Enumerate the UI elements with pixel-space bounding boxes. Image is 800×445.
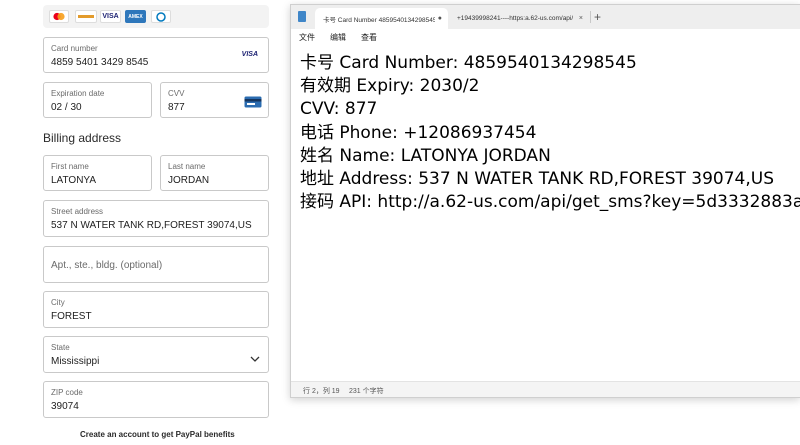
menu-view[interactable]: 查看 bbox=[361, 32, 377, 43]
cvv-card-icon bbox=[244, 95, 262, 113]
first-name-label: First name bbox=[51, 162, 89, 171]
text-editor[interactable]: 卡号 Card Number: 4859540134298545 有效期 Exp… bbox=[300, 52, 800, 214]
new-tab-button[interactable]: + bbox=[594, 10, 601, 24]
billing-address-title: Billing address bbox=[43, 131, 122, 145]
expiration-value: 02 / 30 bbox=[51, 102, 82, 113]
state-label: State bbox=[51, 343, 70, 352]
card-number-field[interactable]: Card number 4859 5401 3429 8545 VISA bbox=[43, 37, 269, 73]
tab-bar: 卡号 Card Number 4859540134298545 ● +19439… bbox=[291, 5, 800, 29]
text-line: 卡号 Card Number: 4859540134298545 bbox=[300, 53, 637, 73]
apt-placeholder: Apt., ste., bldg. (optional) bbox=[51, 260, 163, 271]
text-line: 姓名 Name: LATONYA JORDAN bbox=[300, 145, 551, 166]
cvv-field[interactable]: CVV 877 bbox=[160, 82, 269, 118]
status-bar: 行 2，列 19 231 个字符 bbox=[291, 381, 800, 397]
last-name-value: JORDAN bbox=[168, 175, 210, 186]
city-value: FOREST bbox=[51, 311, 92, 322]
city-label: City bbox=[51, 298, 65, 307]
state-select[interactable]: State Mississippi bbox=[43, 336, 269, 373]
card-number-value: 4859 5401 3429 8545 bbox=[51, 57, 149, 68]
text-line: 接码 API: http://a.62-us.com/api/get_sms?k… bbox=[300, 192, 800, 213]
expiration-label: Expiration date bbox=[51, 89, 105, 98]
notepad-window: 卡号 Card Number 4859540134298545 ● +19439… bbox=[290, 4, 800, 398]
notepad-app-icon bbox=[298, 11, 306, 22]
chevron-down-icon bbox=[250, 350, 260, 368]
diners-icon bbox=[151, 10, 171, 23]
accepted-cards-row: VISA AMEX bbox=[43, 5, 269, 28]
last-name-label: Last name bbox=[168, 162, 206, 171]
zip-value: 39074 bbox=[51, 401, 79, 412]
text-line: 地址 Address: 537 N WATER TANK RD,FOREST 3… bbox=[300, 168, 775, 189]
mastercard-icon bbox=[49, 10, 69, 23]
tab-card-number[interactable]: 卡号 Card Number 4859540134298545 ● bbox=[315, 8, 448, 29]
menu-edit[interactable]: 编辑 bbox=[330, 32, 346, 43]
expiration-field[interactable]: Expiration date 02 / 30 bbox=[43, 82, 152, 118]
text-line: 有效期 Expiry: 2030/2 bbox=[300, 76, 480, 97]
menu-bar: 文件 编辑 查看 bbox=[291, 29, 800, 46]
amex-icon: AMEX bbox=[125, 10, 146, 23]
char-count: 231 个字符 bbox=[349, 388, 384, 395]
cvv-label: CVV bbox=[168, 89, 185, 98]
discover-icon bbox=[75, 10, 97, 23]
zip-label: ZIP code bbox=[51, 388, 83, 397]
tab-label: +19439998241----https:a.62-us.com/api/ bbox=[457, 15, 574, 22]
tab-divider bbox=[590, 11, 591, 23]
visa-icon: VISA bbox=[100, 10, 121, 23]
checkout-form: VISA AMEX Card number 4859 5401 3429 854… bbox=[0, 0, 290, 445]
zip-field[interactable]: ZIP code 39074 bbox=[43, 381, 269, 418]
first-name-field[interactable]: First name LATONYA bbox=[43, 155, 152, 191]
last-name-field[interactable]: Last name JORDAN bbox=[160, 155, 269, 191]
create-account-link[interactable]: Create an account to get PayPal benefits bbox=[80, 430, 235, 439]
tab-label: 卡号 Card Number 4859540134298545 bbox=[323, 16, 435, 24]
city-field[interactable]: City FOREST bbox=[43, 291, 269, 328]
close-icon[interactable]: × bbox=[579, 15, 583, 22]
visa-brand-icon: VISA bbox=[241, 51, 258, 58]
street-address-field[interactable]: Street address 537 N WATER TANK RD,FORES… bbox=[43, 200, 269, 237]
first-name-value: LATONYA bbox=[51, 175, 97, 186]
menu-file[interactable]: 文件 bbox=[299, 32, 315, 43]
unsaved-dot-icon[interactable]: ● bbox=[438, 15, 442, 22]
street-address-label: Street address bbox=[51, 207, 104, 216]
cvv-value: 877 bbox=[168, 102, 185, 113]
state-value: Mississippi bbox=[51, 356, 100, 367]
street-address-value: 537 N WATER TANK RD,FOREST 39074,US bbox=[51, 220, 252, 231]
card-number-label: Card number bbox=[51, 44, 98, 53]
tab-api-url[interactable]: +19439998241----https:a.62-us.com/api/ × bbox=[449, 8, 589, 29]
text-line: 电话 Phone: +12086937454 bbox=[300, 122, 537, 143]
apt-field[interactable]: Apt., ste., bldg. (optional) bbox=[43, 246, 269, 283]
cursor-position: 行 2，列 19 bbox=[303, 388, 340, 395]
text-line: CVV: 877 bbox=[300, 99, 378, 120]
